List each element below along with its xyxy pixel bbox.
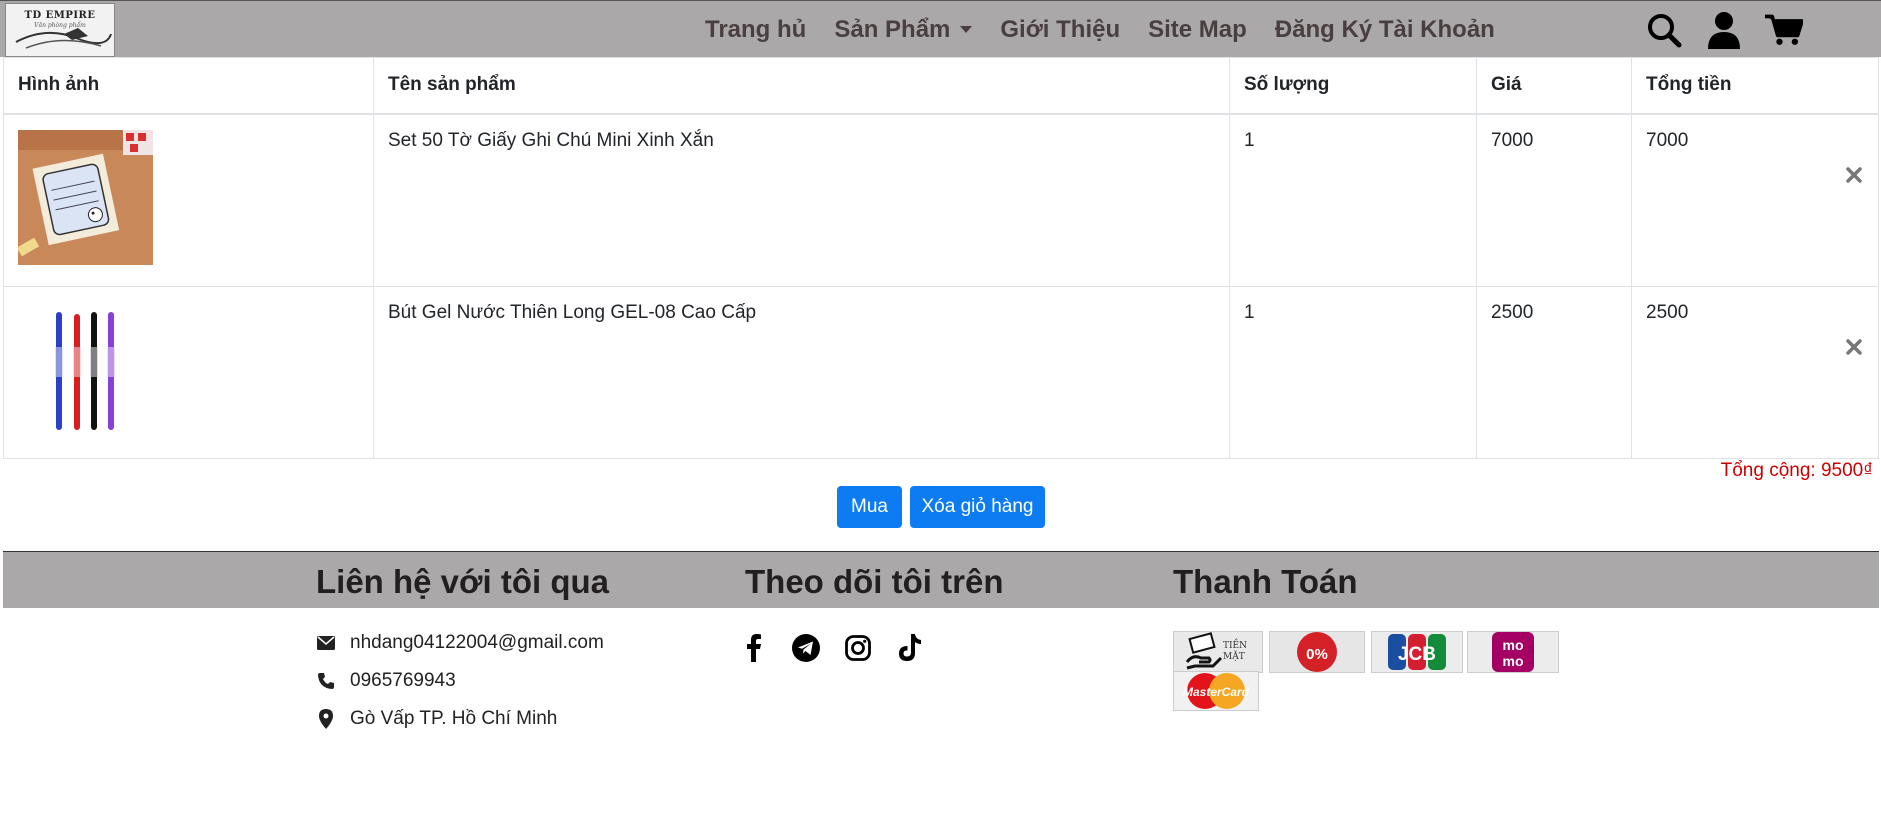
contact-email-row: nhdang04122004@gmail.com	[316, 632, 604, 654]
product-name-cell: Bút Gel Nước Thiên Long GEL-08 Cao Cấp	[373, 285, 1230, 459]
nav-home[interactable]: Trang hủ	[705, 16, 806, 44]
payment-title: Thanh Toán	[1173, 563, 1358, 600]
nav-register[interactable]: Đăng Ký Tài Khoản	[1275, 16, 1495, 44]
total-cell: 7000	[1631, 113, 1879, 287]
momo-label-2: mo	[1503, 653, 1524, 669]
telegram-icon[interactable]	[792, 634, 820, 662]
tiktok-icon[interactable]	[896, 634, 924, 662]
nav-products-dropdown[interactable]: Sản Phẩm	[834, 15, 973, 44]
cart-table: Hình ảnh Tên sản phẩm Số lượng Giá Tổng …	[3, 57, 1879, 459]
table-row: Set 50 Tờ Giấy Ghi Chú Mini Xinh Xắn 1 7…	[3, 113, 1879, 287]
contact-email[interactable]: nhdang04122004@gmail.com	[350, 632, 604, 654]
nav-products-label: Sản Phẩm	[834, 15, 951, 43]
user-icon[interactable]	[1705, 11, 1743, 49]
instagram-icon[interactable]	[844, 634, 872, 662]
sticky-notes-image[interactable]	[16, 129, 153, 265]
header-image: Hình ảnh	[3, 57, 374, 115]
clear-cart-button[interactable]: Xóa giỏ hàng	[910, 486, 1045, 528]
remove-item-icon[interactable]	[1842, 335, 1866, 359]
facebook-icon[interactable]	[740, 634, 768, 662]
payment-installment-badge: 0%	[1269, 631, 1365, 673]
product-name-cell: Set 50 Tờ Giấy Ghi Chú Mini Xinh Xắn	[373, 113, 1230, 287]
contact-address-row: Gò Vấp TP. Hồ Chí Minh	[316, 708, 557, 730]
header-product-name: Tên sản phẩm	[373, 57, 1230, 115]
payment-momo-badge: mo mo	[1467, 631, 1559, 673]
payment-jcb-badge: JCB	[1371, 631, 1463, 673]
jcb-label: JCB	[1398, 644, 1436, 665]
table-row: Bút Gel Nước Thiên Long GEL-08 Cao Cấp 1…	[3, 285, 1879, 459]
momo-label: mo	[1503, 637, 1524, 653]
nav-about[interactable]: Giới Thiệu	[1000, 16, 1120, 44]
contact-phone[interactable]: 0965769943	[350, 670, 456, 692]
header-total: Tổng tiền	[1631, 57, 1879, 115]
envelope-icon	[316, 633, 336, 653]
remove-item-icon[interactable]	[1842, 163, 1866, 187]
row-total: 2500	[1646, 301, 1689, 323]
table-header-row: Hình ảnh Tên sản phẩm Số lượng Giá Tổng …	[3, 57, 1879, 115]
caret-down-icon	[960, 26, 973, 33]
mastercard-label: MasterCard	[1183, 685, 1250, 699]
buy-button[interactable]: Mua	[837, 486, 902, 528]
logo-subtitle: Văn phòng phẩm	[34, 22, 86, 29]
header-price: Giá	[1476, 57, 1632, 115]
nav-icons	[1645, 11, 1803, 49]
cart-icon[interactable]	[1765, 11, 1803, 49]
product-image-cell	[3, 285, 374, 459]
navbar: TD EMPIRE Văn phòng phẩm Trang hủ Sản Ph…	[0, 0, 1881, 57]
contact-phone-row: 0965769943	[316, 670, 456, 692]
cart-total: Tổng cộng: 9500₫	[1720, 460, 1873, 481]
nav-sitemap[interactable]: Site Map	[1148, 16, 1247, 44]
quantity-cell: 1	[1229, 285, 1477, 459]
cash-hand-icon	[1185, 632, 1223, 670]
search-icon[interactable]	[1645, 11, 1683, 49]
logo-text: TD EMPIRE	[24, 10, 96, 21]
quantity-cell: 1	[1229, 113, 1477, 287]
header-quantity: Số lượng	[1229, 57, 1477, 115]
map-marker-icon	[316, 709, 336, 729]
site-logo[interactable]: TD EMPIRE Văn phòng phẩm	[5, 3, 115, 57]
cash-label: TIỀN MẶT	[1223, 641, 1248, 662]
gel-pens-image[interactable]	[18, 301, 153, 437]
contact-title: Liên hệ với tôi qua	[316, 563, 609, 600]
row-total: 7000	[1646, 129, 1689, 151]
price-cell: 7000	[1476, 113, 1632, 287]
contact-address: Gò Vấp TP. Hồ Chí Minh	[350, 708, 558, 729]
price-cell: 2500	[1476, 285, 1632, 459]
nav-links: Trang hủ Sản Phẩm Giới Thiệu Site Map Đă…	[705, 1, 1523, 58]
phone-icon	[316, 671, 336, 691]
installment-label: 0%	[1306, 646, 1328, 663]
product-image-cell	[3, 113, 374, 287]
payment-mastercard-badge: MasterCard	[1173, 671, 1259, 711]
follow-title: Theo dõi tôi trên	[745, 563, 1004, 600]
payment-cash-badge: TIỀN MẶT	[1173, 631, 1263, 673]
social-links	[740, 634, 924, 662]
total-cell: 2500	[1631, 285, 1879, 459]
